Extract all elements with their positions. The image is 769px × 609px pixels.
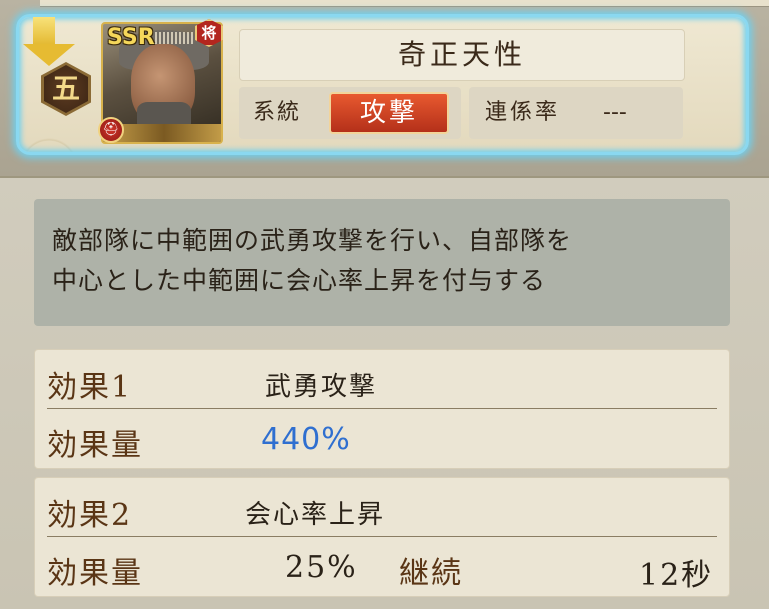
effect-2-duration-value: 12秒	[639, 558, 714, 593]
description-line-2: 中心とした中範囲に会心率上昇を付与する	[52, 266, 547, 295]
rarity-stripes	[155, 32, 195, 44]
skill-card[interactable]: 五 SSR 将 ⛑ 奇正天性 系統 攻撃 連係率 ---	[16, 14, 749, 155]
rank-label: 五	[44, 65, 88, 113]
effect-2-amount-value: 25%	[285, 550, 358, 585]
skill-type-label: 系統	[253, 100, 302, 125]
rank-hexagon-icon: 五	[41, 62, 91, 116]
effect-1-amount-label: 効果量	[47, 428, 143, 463]
skill-description: 敵部隊に中範囲の武勇攻撃を行い、自部隊を 中心とした中範囲に会心率上昇を付与する	[34, 199, 730, 326]
description-line-1: 敵部隊に中範囲の武勇攻撃を行い、自部隊を	[52, 226, 573, 255]
effect-1-amount-value: 440%	[261, 422, 351, 457]
effect-2-name: 会心率上昇	[245, 500, 386, 530]
skill-type-badge: 攻撃	[329, 92, 449, 134]
skill-type-box: 系統 攻撃	[239, 87, 461, 139]
header-band: 五 SSR 将 ⛑ 奇正天性 系統 攻撃 連係率 ---	[0, 0, 769, 176]
effect-1-panel: 効果1 武勇攻撃 効果量 440%	[34, 349, 730, 469]
effect-2-panel: 効果2 会心率上昇 効果量 25% 継続 12秒	[34, 477, 730, 597]
rarity-label: SSR	[107, 25, 155, 50]
arrow-down-icon	[33, 17, 55, 47]
effect-2-title: 効果2	[47, 498, 133, 533]
effect-1-divider	[47, 408, 717, 409]
chain-rate-value: ---	[603, 100, 627, 125]
chain-rate-box: 連係率 ---	[469, 87, 683, 139]
effect-2-amount-label: 効果量	[47, 556, 143, 591]
header-rim	[40, 0, 769, 7]
effect-2-divider	[47, 536, 717, 537]
effect-1-title: 効果1	[47, 370, 133, 405]
effect-2-duration-label: 継続	[399, 556, 463, 591]
helmet-icon: ⛑	[98, 117, 124, 143]
description-text: 敵部隊に中範囲の武勇攻撃を行い、自部隊を 中心とした中範囲に会心率上昇を付与する	[52, 221, 722, 301]
skill-name: 奇正天性	[239, 29, 685, 81]
chain-rate-label: 連係率	[485, 100, 561, 125]
effect-1-name: 武勇攻撃	[265, 372, 378, 402]
